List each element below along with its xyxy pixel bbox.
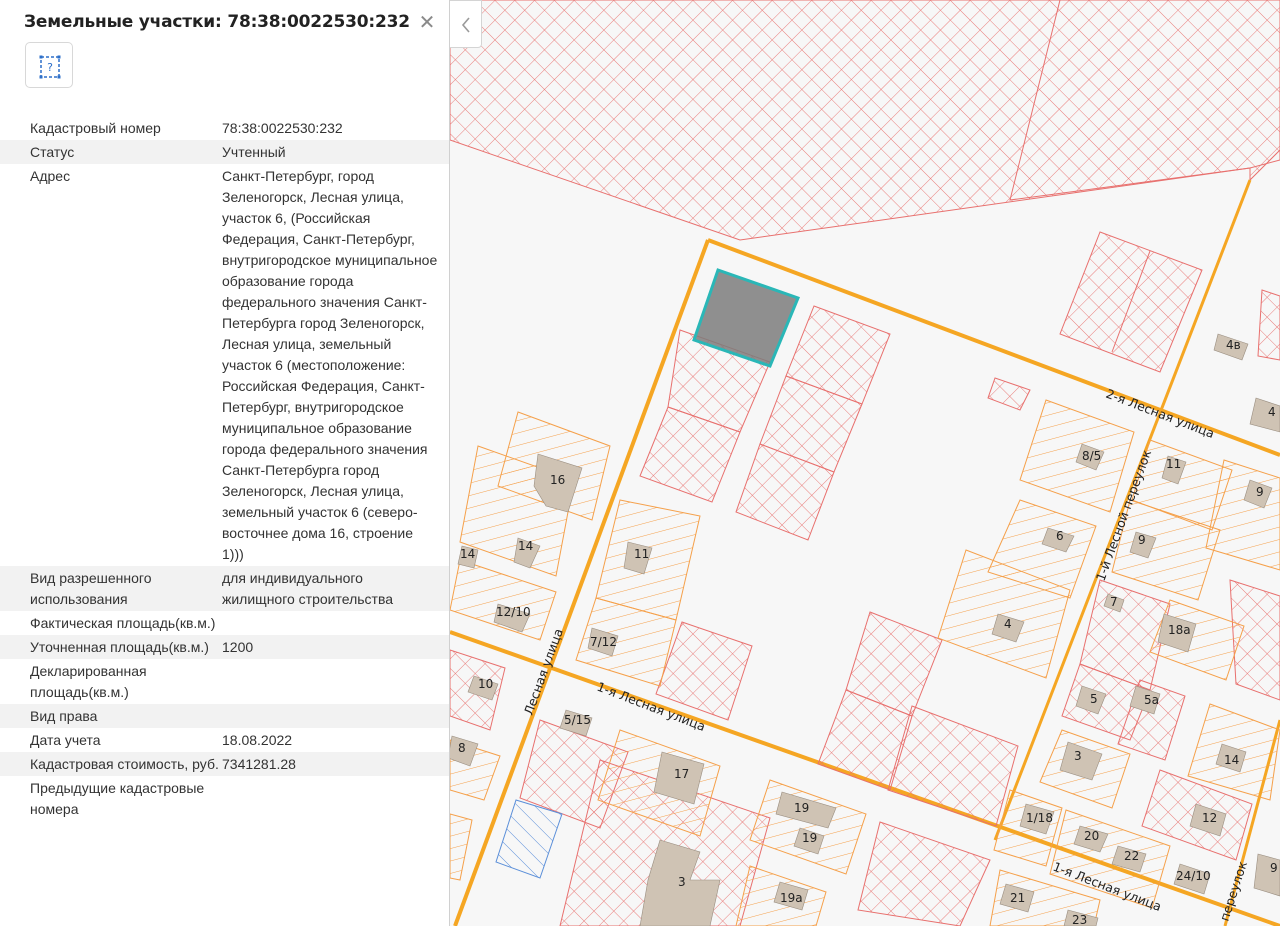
parcel-hatched[interactable] [987,377,1031,411]
house-number-label: 9 [1270,861,1278,875]
table-row: Вид права [0,704,449,728]
collapse-panel-button[interactable] [450,0,482,48]
building-zone[interactable] [1019,399,1135,513]
house-number-label: 9 [1138,533,1146,547]
house-number-label: 1/18 [1026,811,1053,825]
house-number-label: 7 [1110,595,1118,609]
attr-key: Вид разрешенного использования [30,570,152,607]
panel-title: Земельные участки: 78:38:0022530:232 [24,12,410,32]
attr-key: Кадастровый номер [30,120,161,136]
parcel-hatched[interactable] [1257,289,1280,361]
house-number-label: 3 [678,875,686,889]
attr-value: 78:38:0022530:232 [222,120,343,136]
house-number-label: 12 [1202,811,1217,825]
attr-key: Уточненная площадь(кв.м.) [30,639,209,655]
house-number-label: 24/10 [1176,869,1211,883]
attributes-table: Кадастровый номер 78:38:0022530:232 Стат… [0,116,449,821]
attr-value: для индивидуального жилищного строительс… [222,570,394,607]
table-row: Вид разрешенного использования для индив… [0,566,449,611]
attr-value [222,776,449,821]
house-number-label: 10 [478,677,493,691]
parcel-hatched[interactable] [450,0,1280,241]
table-row: Кадастровая стоимость, руб. 7341281.28 [0,752,449,776]
table-row: Статус Учтенный [0,140,449,164]
house-number-label: 9 [1256,485,1264,499]
house-number-label: 4в [1226,338,1241,352]
parcel-info-icon: ? [39,55,61,79]
attr-key: Кадастровая стоимость, руб. [30,756,219,772]
house-number-label: 6 [1056,529,1064,543]
parcel-hatched[interactable] [857,821,991,926]
attr-key: Декларированная площадь(кв.м.) [30,663,147,700]
house-number-label: 8/5 [1082,449,1101,463]
table-row: Кадастровый номер 78:38:0022530:232 [0,116,449,140]
house-number-label: 19 [794,801,809,815]
house-number-label: 11 [634,547,649,561]
cadastral-map[interactable]: 2-я Лесная улица 1-й Лесной переулок Лес… [450,0,1280,926]
house-number-label: 20 [1084,829,1099,843]
table-row: Уточненная площадь(кв.м.) 1200 [0,635,449,659]
attr-value: Санкт-Петербург, город Зеленогорск, Лесн… [222,168,438,562]
attr-key: Адрес [30,168,71,184]
house-number-label: 11 [1166,457,1181,471]
table-row: Предыдущие кадастровые номера [0,776,449,821]
parcel-special[interactable] [495,799,563,879]
house-number-label: 5а [1144,693,1159,707]
house-number-label: 3 [1074,749,1082,763]
house-number-label: 5 [1090,692,1098,706]
attr-value: Учтенный [222,144,286,160]
attr-key: Фактическая площадь(кв.м.) [30,615,216,631]
building-zone[interactable] [450,813,473,881]
house-number-label: 4 [1268,405,1276,419]
info-panel: Земельные участки: 78:38:0022530:232 ✕ ?… [0,0,450,926]
chevron-left-icon [461,17,470,33]
house-number-label: 21 [1010,891,1025,905]
house-number-label: 17 [674,767,689,781]
parcel-hatched[interactable] [887,705,1019,827]
house-number-label: 23 [1072,913,1087,926]
house-number-label: 12/10 [496,605,531,619]
table-row: Фактическая площадь(кв.м.) [0,611,449,635]
svg-text:?: ? [47,61,53,74]
house-number-label: 18а [1168,623,1191,637]
attr-key: Дата учета [30,732,101,748]
table-row: Адрес Санкт-Петербург, город Зеленогорск… [0,164,449,566]
house-number-label: 14 [518,539,533,553]
attr-value [222,659,449,704]
house-number-label: 19 [802,831,817,845]
house-number-label: 16 [550,473,565,487]
attr-key: Вид права [30,708,98,724]
attr-value [222,704,449,728]
table-row: Дата учета 18.08.2022 [0,728,449,752]
attr-value: 1200 [222,639,254,655]
house-number-label: 14 [1224,753,1239,767]
attr-value: 7341281.28 [222,756,296,772]
attr-key: Статус [30,144,75,160]
house-number-label: 22 [1124,849,1139,863]
house-number-label: 19а [780,891,803,905]
attr-key: Предыдущие кадастровые номера [30,780,205,817]
house-number-label: 8 [458,741,466,755]
house-number-label: 4 [1004,617,1012,631]
map-view[interactable]: 2-я Лесная улица 1-й Лесной переулок Лес… [450,0,1280,926]
parcel-info-button[interactable]: ? [25,42,73,88]
house-number-label: 7/12 [590,635,617,649]
close-icon[interactable]: ✕ [416,11,438,33]
attr-value: 18.08.2022 [222,732,293,748]
attr-value [222,611,449,635]
building-zone[interactable] [450,559,557,641]
building-zone[interactable] [749,779,867,875]
table-row: Декларированная площадь(кв.м.) [0,659,449,704]
house-number-label: 5/15 [564,713,591,727]
house-number-label: 14 [460,547,475,561]
